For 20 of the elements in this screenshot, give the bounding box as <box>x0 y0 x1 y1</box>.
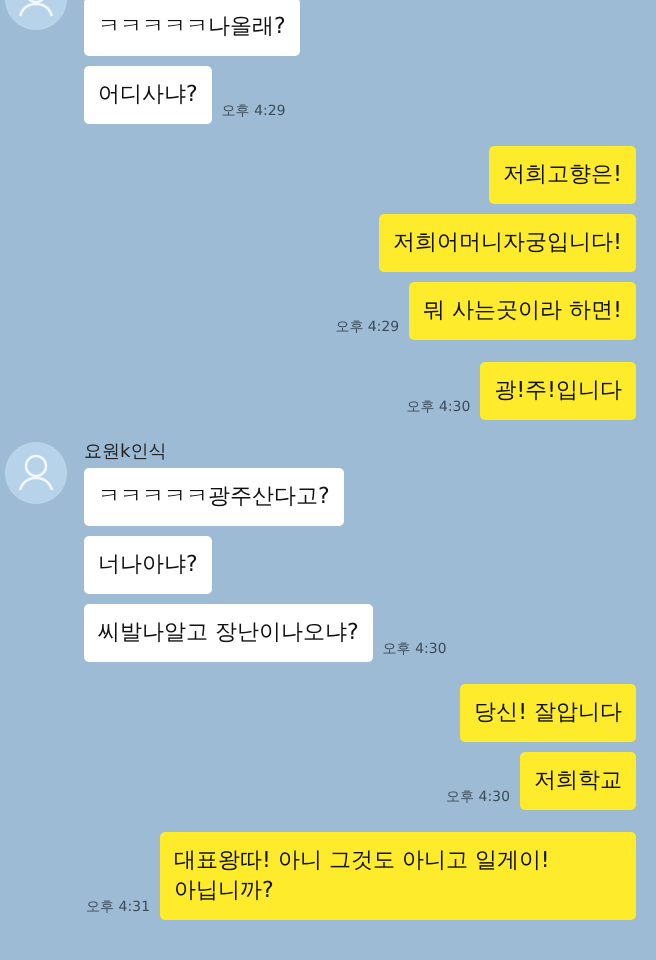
sender-name: 요원k인식 <box>84 442 168 462</box>
message-bubble: 광!주!입니다 <box>480 362 636 420</box>
timestamp: 오후 4:30 <box>446 788 510 807</box>
message-bubble: 저희고향은! <box>489 146 636 204</box>
message-bubble: 너나아냐? <box>84 536 212 594</box>
message-bubble: 저희어머니자궁입니다! <box>379 214 636 272</box>
message-bubble: 당신! 잘압니다 <box>460 684 636 742</box>
timestamp: 오후 4:31 <box>86 898 150 917</box>
timestamp: 오후 4:29 <box>222 102 286 121</box>
timestamp: 오후 4:30 <box>406 398 470 417</box>
timestamp: 오후 4:30 <box>382 640 447 659</box>
message-bubble: 어디사냐? <box>84 66 212 124</box>
message-bubble: ㅋㅋㅋㅋㅋ나올래? <box>84 0 300 56</box>
avatar-icon <box>5 442 67 504</box>
message-bubble: 저희학교 <box>520 752 636 810</box>
timestamp: 오후 4:29 <box>335 318 400 337</box>
message-bubble: 씨발나알고 장난이나오냐? <box>84 604 373 662</box>
message-bubble: 대표왕따! 아니 그것도 아니고 일게이! 아닙니까? <box>160 832 636 920</box>
message-bubble: 뭐 사는곳이라 하면! <box>409 282 636 340</box>
message-bubble: ㅋㅋㅋㅋㅋ광주산다고? <box>84 468 344 526</box>
